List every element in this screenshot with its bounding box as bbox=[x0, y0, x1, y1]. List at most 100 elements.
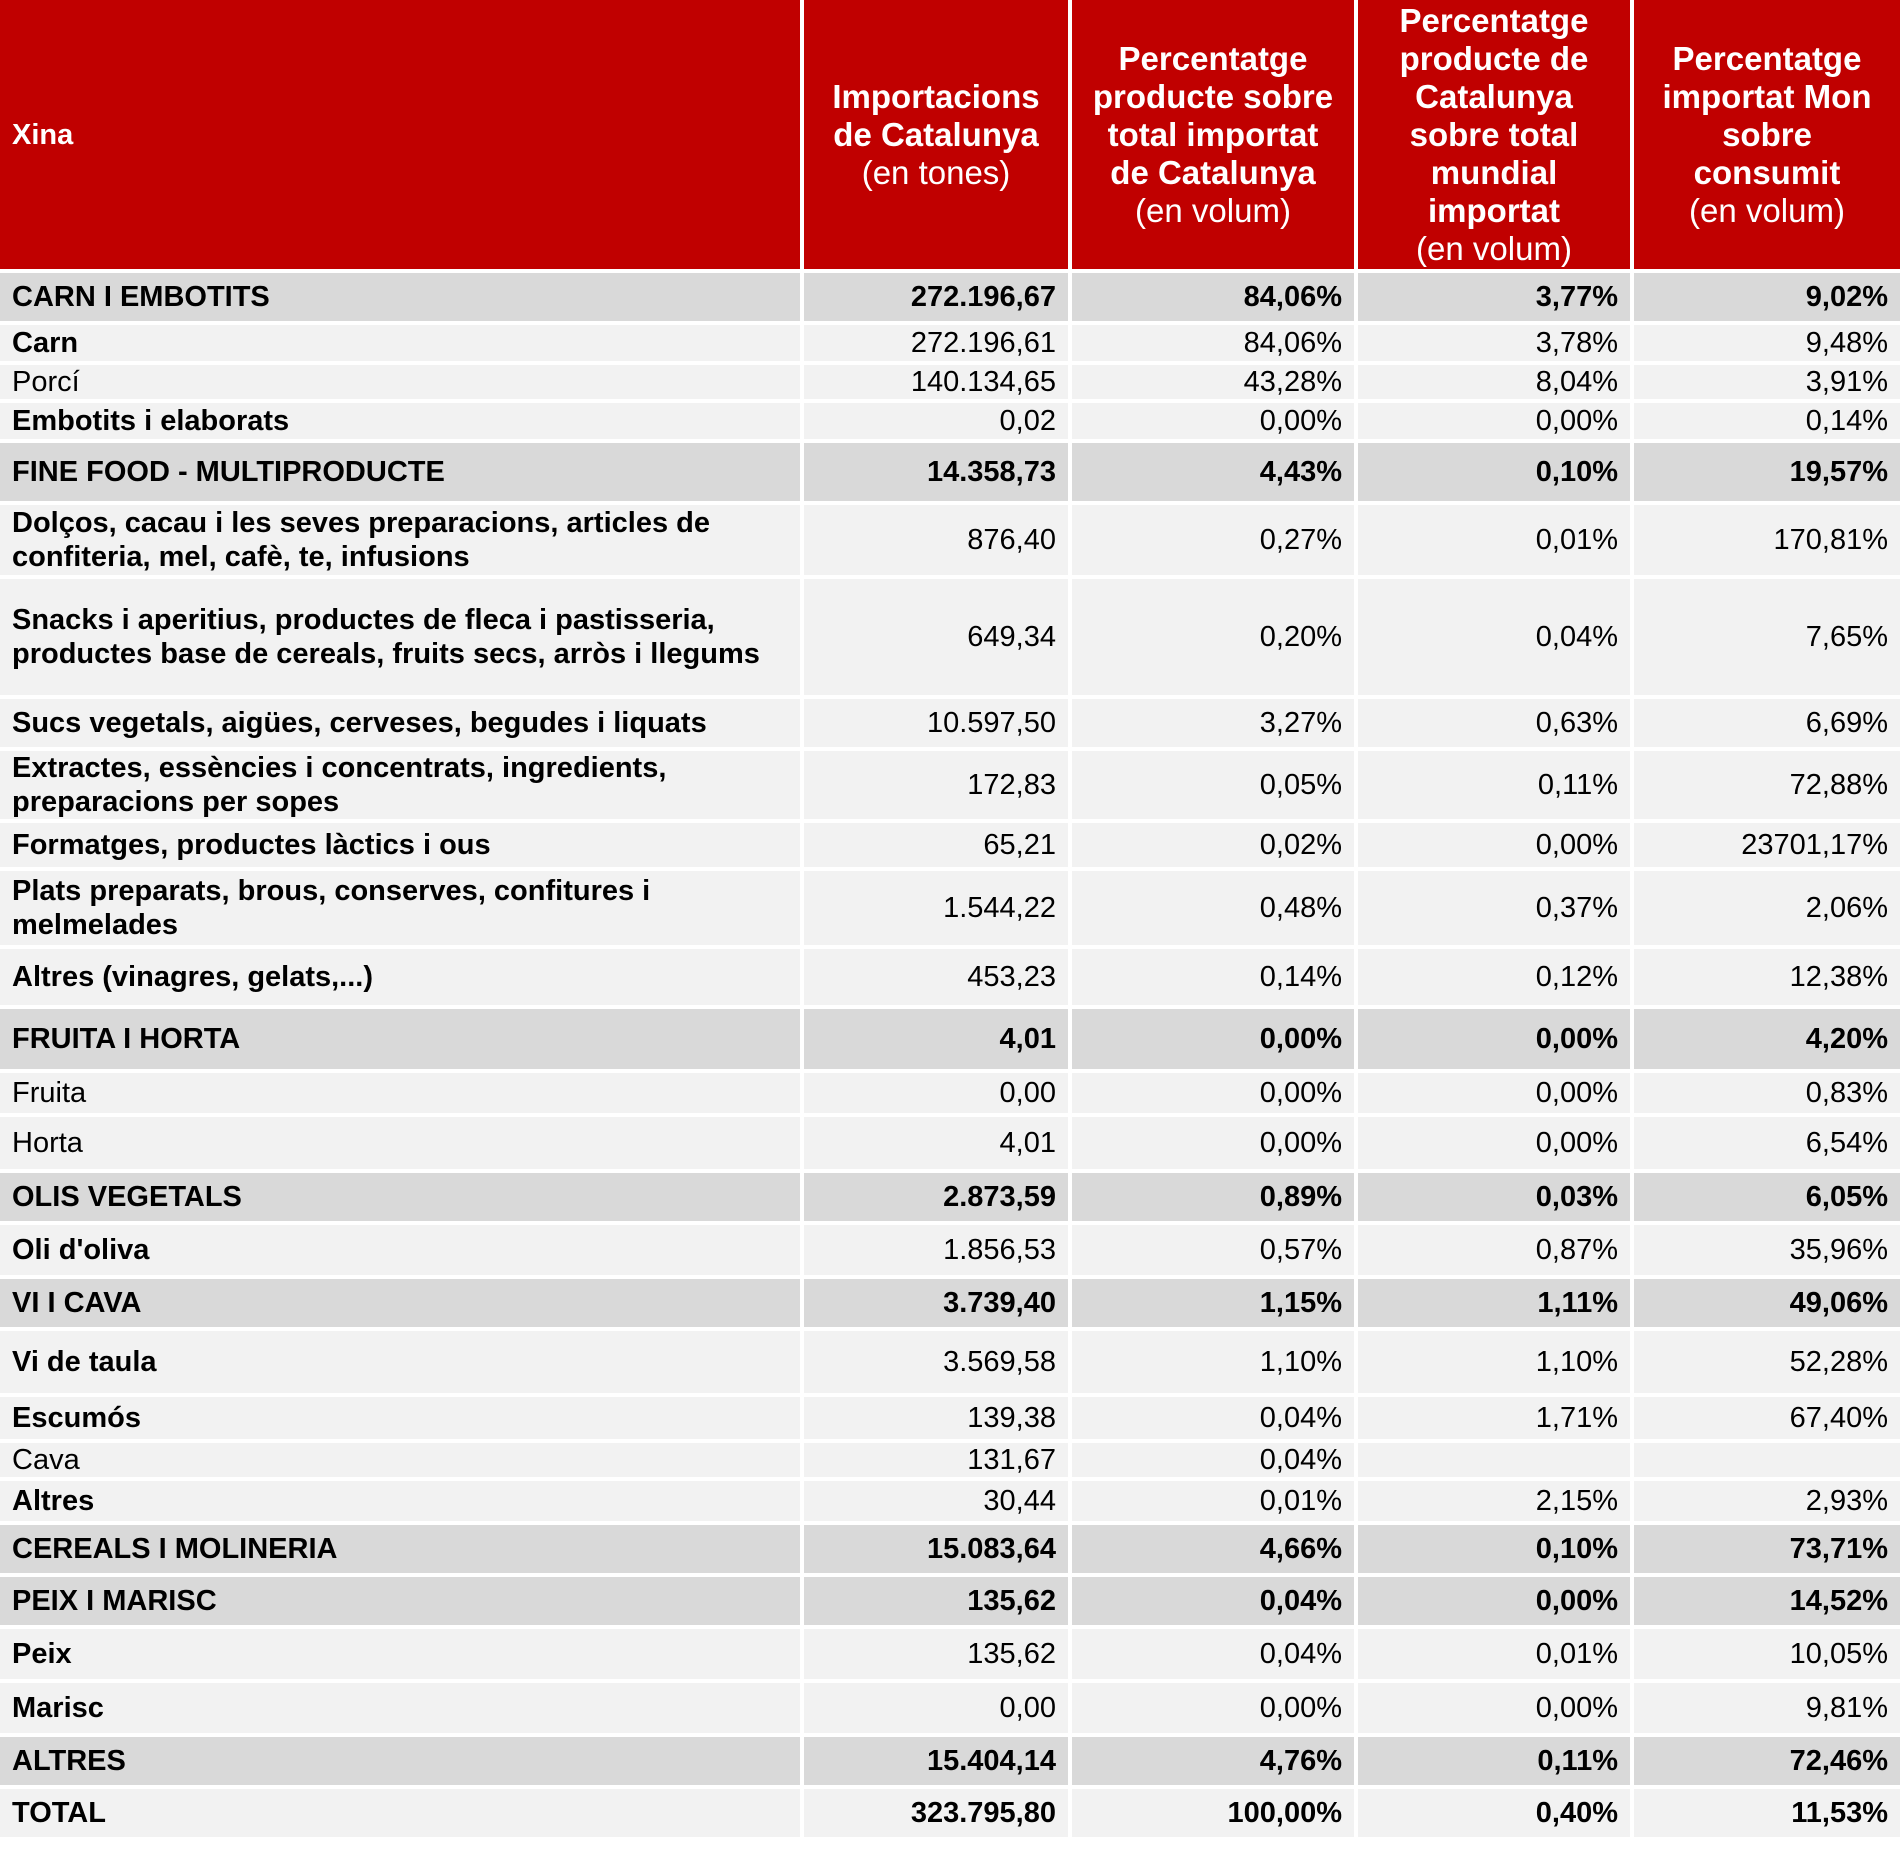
pct-world-value: 1,10% bbox=[1358, 1331, 1634, 1397]
pct-world-value: 0,00% bbox=[1358, 1683, 1634, 1737]
table-row: Oli d'oliva 1.856,53 0,57% 0,87% 35,96% bbox=[0, 1225, 1900, 1279]
pct-world-value: 0,00% bbox=[1358, 823, 1634, 871]
row-label: Extractes, essències i concentrats, ingr… bbox=[0, 751, 804, 823]
imports-value: 131,67 bbox=[804, 1443, 1072, 1481]
pct-world-value: 0,87% bbox=[1358, 1225, 1634, 1279]
pct-consumed-value: 9,02% bbox=[1634, 273, 1900, 325]
pct-consumed-value: 14,52% bbox=[1634, 1577, 1900, 1629]
table-row: Cava 131,67 0,04% bbox=[0, 1443, 1900, 1481]
imports-value: 15.404,14 bbox=[804, 1737, 1072, 1789]
pct-world-value: 0,03% bbox=[1358, 1173, 1634, 1225]
category-row: FRUITA I HORTA 4,01 0,00% 0,00% 4,20% bbox=[0, 1009, 1900, 1073]
pct-catalunya-value: 4,76% bbox=[1072, 1737, 1358, 1789]
table-row: Extractes, essències i concentrats, ingr… bbox=[0, 751, 1900, 823]
pct-world-value: 0,00% bbox=[1358, 1073, 1634, 1117]
pct-consumed-value: 12,38% bbox=[1634, 949, 1900, 1009]
imports-value: 649,34 bbox=[804, 579, 1072, 699]
pct-world-value: 0,10% bbox=[1358, 443, 1634, 505]
pct-catalunya-value: 0,04% bbox=[1072, 1629, 1358, 1683]
row-label: Marisc bbox=[0, 1683, 804, 1737]
pct-world-value: 0,10% bbox=[1358, 1525, 1634, 1577]
pct-catalunya-value: 0,05% bbox=[1072, 751, 1358, 823]
pct-consumed-value bbox=[1634, 1443, 1900, 1481]
row-label: Sucs vegetals, aigües, cerveses, begudes… bbox=[0, 699, 804, 751]
imports-value: 135,62 bbox=[804, 1629, 1072, 1683]
table-header: Xina Importacions de Catalunya (en tones)… bbox=[0, 0, 1900, 273]
pct-world-value: 0,00% bbox=[1358, 1577, 1634, 1629]
imports-table: Xina Importacions de Catalunya (en tones)… bbox=[0, 0, 1900, 1841]
pct-consumed-value: 19,57% bbox=[1634, 443, 1900, 505]
imports-value: 323.795,80 bbox=[804, 1789, 1072, 1841]
category-row: PEIX I MARISC 135,62 0,04% 0,00% 14,52% bbox=[0, 1577, 1900, 1629]
imports-value: 10.597,50 bbox=[804, 699, 1072, 751]
pct-catalunya-value: 0,00% bbox=[1072, 1683, 1358, 1737]
pct-world-value: 0,40% bbox=[1358, 1789, 1634, 1841]
imports-value: 3.739,40 bbox=[804, 1279, 1072, 1331]
category-row: CARN I EMBOTITS 272.196,67 84,06% 3,77% 9,02… bbox=[0, 273, 1900, 325]
pct-world-value: 0,12% bbox=[1358, 949, 1634, 1009]
pct-consumed-value: 6,54% bbox=[1634, 1117, 1900, 1173]
table-row: Altres (vinagres, gelats,...) 453,23 0,14%… bbox=[0, 949, 1900, 1009]
table-row: Dolços, cacau i les seves preparacions, … bbox=[0, 505, 1900, 579]
pct-consumed-value: 72,46% bbox=[1634, 1737, 1900, 1789]
pct-world-value: 8,04% bbox=[1358, 365, 1634, 403]
pct-world-value: 0,04% bbox=[1358, 579, 1634, 699]
row-label: VI I CAVA bbox=[0, 1279, 804, 1331]
table-row: Fruita 0,00 0,00% 0,00% 0,83% bbox=[0, 1073, 1900, 1117]
pct-catalunya-value: 0,14% bbox=[1072, 949, 1358, 1009]
imports-value: 1.544,22 bbox=[804, 871, 1072, 949]
pct-catalunya-value: 0,00% bbox=[1072, 1117, 1358, 1173]
table-row: Porcí 140.134,65 43,28% 8,04% 3,91% bbox=[0, 365, 1900, 403]
pct-catalunya-value: 0,20% bbox=[1072, 579, 1358, 699]
table-row: Formatges, productes làctics i ous 65,21 0… bbox=[0, 823, 1900, 871]
pct-consumed-value: 2,93% bbox=[1634, 1481, 1900, 1525]
imports-value: 1.856,53 bbox=[804, 1225, 1072, 1279]
pct-world-value: 3,77% bbox=[1358, 273, 1634, 325]
category-row: FINE FOOD - MULTIPRODUCTE 14.358,73 4,43% 0… bbox=[0, 443, 1900, 505]
pct-consumed-value: 10,05% bbox=[1634, 1629, 1900, 1683]
table-row: Marisc 0,00 0,00% 0,00% 9,81% bbox=[0, 1683, 1900, 1737]
row-label: Escumós bbox=[0, 1397, 804, 1443]
row-label: Fruita bbox=[0, 1073, 804, 1117]
pct-world-value: 1,71% bbox=[1358, 1397, 1634, 1443]
pct-consumed-value: 35,96% bbox=[1634, 1225, 1900, 1279]
pct-world-value: 1,11% bbox=[1358, 1279, 1634, 1331]
imports-value: 139,38 bbox=[804, 1397, 1072, 1443]
pct-catalunya-value: 0,02% bbox=[1072, 823, 1358, 871]
pct-consumed-value: 72,88% bbox=[1634, 751, 1900, 823]
pct-consumed-value: 170,81% bbox=[1634, 505, 1900, 579]
pct-consumed-value: 49,06% bbox=[1634, 1279, 1900, 1331]
imports-value: 0,00 bbox=[804, 1683, 1072, 1737]
pct-catalunya-value: 1,10% bbox=[1072, 1331, 1358, 1397]
row-label: ALTRES bbox=[0, 1737, 804, 1789]
pct-catalunya-value: 84,06% bbox=[1072, 273, 1358, 325]
pct-world-value: 2,15% bbox=[1358, 1481, 1634, 1525]
header-imports: Importacions de Catalunya (en tones) bbox=[804, 0, 1072, 273]
imports-value: 172,83 bbox=[804, 751, 1072, 823]
total-row: TOTAL 323.795,80 100,00% 0,40% 11,53% bbox=[0, 1789, 1900, 1841]
pct-catalunya-value: 4,66% bbox=[1072, 1525, 1358, 1577]
imports-value: 3.569,58 bbox=[804, 1331, 1072, 1397]
pct-consumed-value: 9,48% bbox=[1634, 325, 1900, 365]
category-row: CEREALS I MOLINERIA 15.083,64 4,66% 0,10% 73… bbox=[0, 1525, 1900, 1577]
header-pct-catalunya: Percentatge producte sobre total importa… bbox=[1072, 0, 1358, 273]
pct-consumed-value: 23701,17% bbox=[1634, 823, 1900, 871]
pct-world-value: 3,78% bbox=[1358, 325, 1634, 365]
imports-value: 272.196,61 bbox=[804, 325, 1072, 365]
pct-world-value: 0,00% bbox=[1358, 403, 1634, 443]
row-label: TOTAL bbox=[0, 1789, 804, 1841]
imports-value: 453,23 bbox=[804, 949, 1072, 1009]
imports-value: 30,44 bbox=[804, 1481, 1072, 1525]
table-row: Plats preparats, brous, conserves, confi… bbox=[0, 871, 1900, 949]
row-label: Cava bbox=[0, 1443, 804, 1481]
pct-consumed-value: 0,14% bbox=[1634, 403, 1900, 443]
pct-catalunya-value: 0,04% bbox=[1072, 1577, 1358, 1629]
pct-catalunya-value: 84,06% bbox=[1072, 325, 1358, 365]
pct-catalunya-value: 100,00% bbox=[1072, 1789, 1358, 1841]
table-row: Peix 135,62 0,04% 0,01% 10,05% bbox=[0, 1629, 1900, 1683]
pct-catalunya-value: 0,00% bbox=[1072, 403, 1358, 443]
imports-value: 0,00 bbox=[804, 1073, 1072, 1117]
row-label: Porcí bbox=[0, 365, 804, 403]
row-label: OLIS VEGETALS bbox=[0, 1173, 804, 1225]
pct-consumed-value: 7,65% bbox=[1634, 579, 1900, 699]
